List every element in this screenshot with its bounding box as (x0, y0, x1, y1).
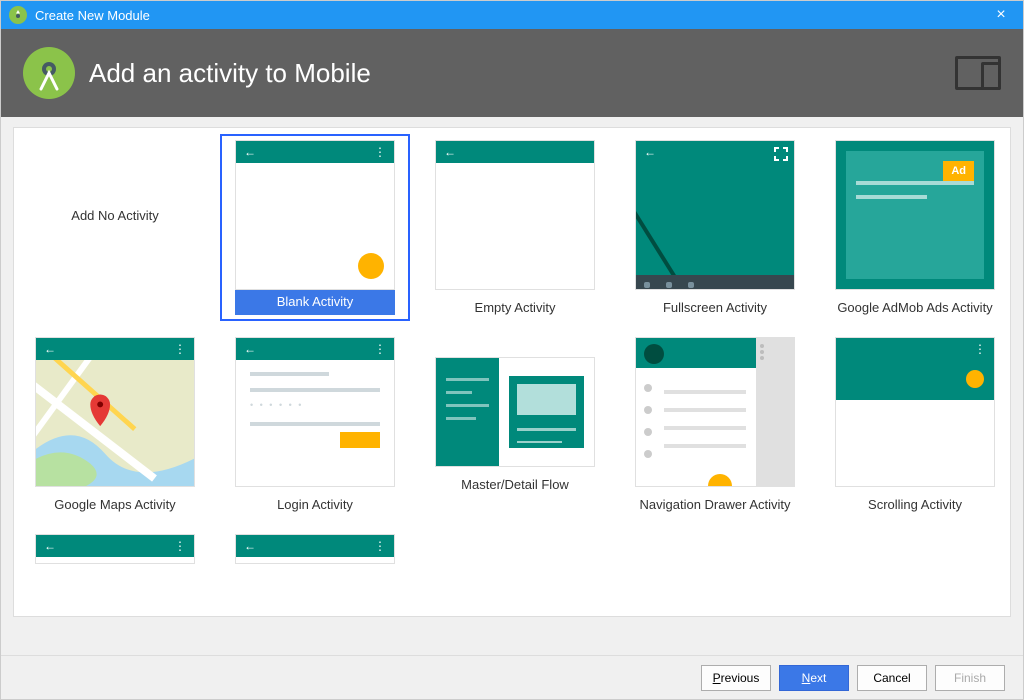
overflow-icon: ⋮ (374, 539, 386, 553)
cancel-button[interactable]: Cancel (857, 665, 927, 691)
back-arrow-icon: ← (44, 539, 56, 553)
template-login-activity[interactable]: ←⋮ • • • • • • Login Activity (220, 331, 410, 518)
back-arrow-icon: ← (244, 342, 256, 356)
template-label: Empty Activity (475, 300, 556, 315)
fab-icon (358, 253, 384, 279)
page-title: Add an activity to Mobile (89, 58, 955, 89)
overflow-icon: ⋮ (374, 342, 386, 356)
template-master-detail-flow[interactable]: Master/Detail Flow (420, 331, 610, 518)
back-arrow-icon: ← (44, 342, 56, 356)
template-label: Google AdMob Ads Activity (837, 300, 992, 315)
template-admob-activity[interactable]: Ad Google AdMob Ads Activity (820, 134, 1010, 321)
template-google-maps-activity[interactable]: ← ⋮ Google Maps Activity (20, 331, 210, 518)
overflow-icon: ⋮ (174, 539, 186, 553)
ad-badge: Ad (943, 161, 974, 181)
fullscreen-icon (774, 147, 788, 161)
app-icon (9, 6, 27, 24)
content-area: Add No Activity ←⋮ Blank Activity ← Empt… (1, 117, 1023, 655)
android-studio-logo (23, 47, 75, 99)
avatar (644, 344, 664, 364)
wizard-footer: Previous Next Cancel Finish (1, 655, 1023, 699)
template-gallery[interactable]: Add No Activity ←⋮ Blank Activity ← Empt… (13, 127, 1011, 617)
window-title: Create New Module (35, 8, 987, 23)
template-partial-row[interactable]: ←⋮ (220, 528, 410, 570)
template-blank-activity[interactable]: ← ⋮ Blank Activity (220, 134, 410, 321)
form-factor-icon (955, 56, 1001, 90)
template-add-no-activity[interactable]: Add No Activity (20, 134, 210, 321)
close-icon[interactable]: × (987, 6, 1015, 24)
template-label: Fullscreen Activity (663, 300, 767, 315)
template-navigation-drawer-activity[interactable]: Navigation Drawer Activity (620, 331, 810, 518)
template-label: Scrolling Activity (868, 497, 962, 512)
next-button[interactable]: Next (779, 665, 849, 691)
module-wizard-window: Create New Module × Add an activity to M… (0, 0, 1024, 700)
template-empty-activity[interactable]: ← Empty Activity (420, 134, 610, 321)
template-scrolling-activity[interactable]: ⋮ Scrolling Activity (820, 331, 1010, 518)
overflow-icon: ⋮ (174, 342, 186, 356)
overflow-icon: ⋮ (374, 145, 386, 159)
template-label: Blank Activity (277, 289, 354, 315)
template-label: Login Activity (277, 497, 353, 512)
back-arrow-icon: ← (444, 145, 456, 159)
titlebar: Create New Module × (1, 1, 1023, 29)
template-label: Master/Detail Flow (461, 477, 569, 492)
back-arrow-icon: ← (244, 145, 256, 159)
template-label: Google Maps Activity (54, 497, 175, 512)
template-partial-row[interactable]: ←⋮ (20, 528, 210, 570)
finish-button[interactable]: Finish (935, 665, 1005, 691)
previous-button[interactable]: Previous (701, 665, 771, 691)
overflow-icon: ⋮ (974, 342, 986, 356)
back-arrow-icon: ← (644, 145, 656, 159)
wizard-header: Add an activity to Mobile (1, 29, 1023, 117)
back-arrow-icon: ← (244, 539, 256, 553)
template-fullscreen-activity[interactable]: ← Fullscreen Activity (620, 134, 810, 321)
template-label: Navigation Drawer Activity (640, 497, 791, 512)
fab-icon (966, 370, 984, 388)
template-label: Add No Activity (71, 208, 158, 223)
